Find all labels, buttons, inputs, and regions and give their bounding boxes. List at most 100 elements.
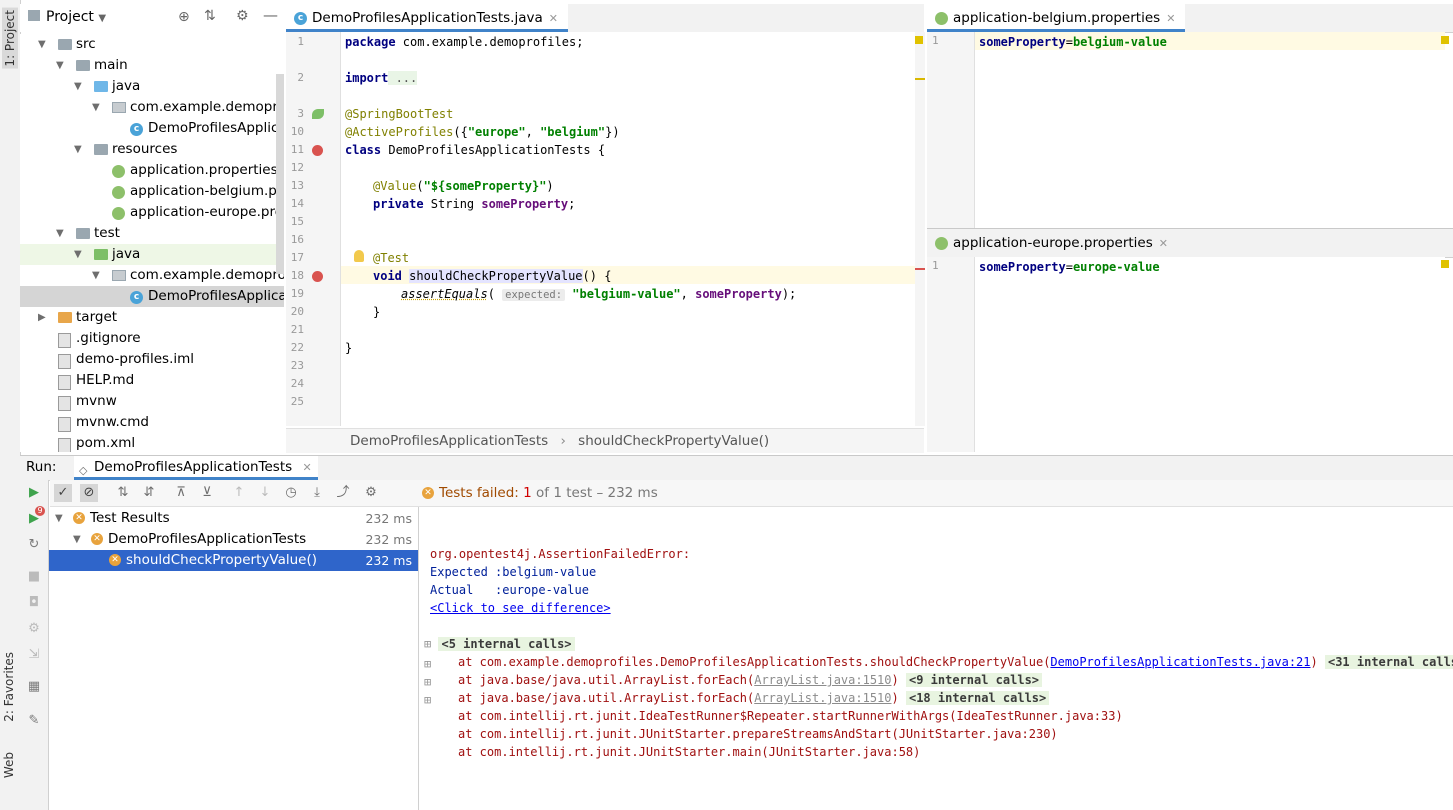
test-console-output[interactable]: org.opentest4j.AssertionFailedError: Exp… bbox=[420, 507, 1453, 810]
results-method[interactable]: ✕ shouldCheckPropertyValue() 232 ms bbox=[49, 550, 418, 571]
run-test-method-icon[interactable] bbox=[312, 271, 323, 282]
run-test-class-icon[interactable] bbox=[312, 145, 323, 156]
tree-item[interactable]: ▼ resources bbox=[20, 139, 284, 160]
toggle-auto-test-icon[interactable]: ↻ bbox=[25, 536, 43, 554]
breadcrumb-method[interactable]: shouldCheckPropertyValue() bbox=[578, 433, 769, 449]
settings-icon[interactable]: ⚙ bbox=[25, 620, 43, 638]
favorites-tool-tab[interactable]: 2: Favorites bbox=[2, 652, 16, 722]
tree-item[interactable]: c DemoProfilesApplicat bbox=[20, 286, 284, 307]
tree-item[interactable]: mvnw.cmd bbox=[20, 412, 284, 433]
expand-all-icon[interactable]: ⊼ bbox=[172, 484, 190, 502]
belgium-properties-editor[interactable]: someProperty=belgium-value bbox=[975, 32, 1445, 228]
gear-icon[interactable]: ⚙ bbox=[362, 484, 380, 502]
minimize-icon[interactable]: — bbox=[263, 6, 278, 24]
collapse-all-icon[interactable]: ⊻ bbox=[198, 484, 216, 502]
tree-item[interactable]: mvnw bbox=[20, 391, 284, 412]
tree-item[interactable]: application-europe.prop bbox=[20, 202, 284, 223]
show-passed-icon[interactable]: ✓ bbox=[54, 484, 72, 502]
expand-icon[interactable]: ⊞ bbox=[424, 637, 431, 651]
expand-arrow-icon[interactable]: ▼ bbox=[92, 97, 104, 118]
source-link[interactable]: ArrayList.java:1510 bbox=[754, 691, 891, 705]
expand-arrow-icon[interactable]: ▼ bbox=[74, 244, 86, 265]
tree-item[interactable]: ▶ target bbox=[20, 307, 284, 328]
gear-icon[interactable]: ⚙ bbox=[236, 8, 249, 24]
web-tool-tab[interactable]: Web bbox=[2, 752, 16, 778]
project-view-selector[interactable]: Project ▼ bbox=[46, 9, 106, 25]
project-scrollbar[interactable] bbox=[276, 74, 284, 274]
collapse-arrow-icon[interactable]: ▶ bbox=[38, 307, 50, 328]
tree-item[interactable]: ▼ com.example.demoprofi bbox=[20, 97, 284, 118]
project-tool-tab[interactable]: 1: Project bbox=[2, 8, 18, 69]
import-icon[interactable]: ⇲ bbox=[25, 646, 43, 664]
close-icon[interactable]: ✕ bbox=[1159, 237, 1168, 250]
previous-failed-icon[interactable]: ↑ bbox=[230, 484, 248, 502]
expand-arrow-icon[interactable]: ▼ bbox=[74, 76, 86, 97]
tree-item[interactable]: ▼ test bbox=[20, 223, 284, 244]
europe-properties-editor[interactable]: someProperty=europe-value bbox=[975, 257, 1445, 452]
tree-item[interactable]: application.properties bbox=[20, 160, 284, 181]
expand-arrow-icon[interactable]: ▼ bbox=[92, 265, 104, 286]
export-icon[interactable]: ⤴ bbox=[334, 484, 352, 502]
warning-marker[interactable] bbox=[915, 36, 923, 44]
warning-marker[interactable] bbox=[1441, 36, 1449, 44]
expand-arrow-icon[interactable]: ▼ bbox=[56, 55, 68, 76]
expand-arrow-icon[interactable]: ▼ bbox=[73, 529, 81, 550]
tree-item[interactable]: demo-profiles.iml bbox=[20, 349, 284, 370]
layout-icon[interactable]: ▦ bbox=[25, 678, 43, 696]
tab-demo-profiles-tests[interactable]: c DemoProfilesApplicationTests.java ✕ bbox=[286, 4, 568, 32]
expand-icon[interactable]: ⊞ bbox=[424, 693, 431, 707]
warning-marker[interactable] bbox=[1441, 260, 1449, 268]
tree-item[interactable]: HELP.md bbox=[20, 370, 284, 391]
expand-arrow-icon[interactable]: ▼ bbox=[55, 508, 63, 529]
expand-arrow-icon[interactable]: ▼ bbox=[38, 34, 50, 55]
pin-icon[interactable]: ✎ bbox=[25, 712, 43, 730]
tree-item[interactable]: ▼ java bbox=[20, 244, 284, 265]
source-link[interactable]: ArrayList.java:1510 bbox=[754, 673, 891, 687]
expand-arrow-icon[interactable]: ▼ bbox=[56, 223, 68, 244]
rerun-icon[interactable]: ▶ bbox=[25, 484, 43, 502]
stop-icon[interactable]: ■ bbox=[25, 568, 43, 586]
code-editor[interactable]: package com.example.demoprofiles; import… bbox=[341, 32, 915, 426]
close-icon[interactable]: ✕ bbox=[1166, 12, 1175, 25]
show-ignored-icon[interactable]: ⊘ bbox=[80, 484, 98, 502]
tree-item[interactable]: ▼ java bbox=[20, 76, 284, 97]
internal-calls-fold[interactable]: <31 internal calls> bbox=[1324, 655, 1453, 669]
tab-application-europe[interactable]: application-europe.properties ✕ bbox=[927, 229, 1178, 257]
sort-alphabetically-icon[interactable]: ⇅ bbox=[114, 484, 132, 502]
package-icon bbox=[112, 270, 126, 281]
next-failed-icon[interactable]: ↓ bbox=[256, 484, 274, 502]
error-marker[interactable] bbox=[915, 268, 925, 270]
tree-item[interactable]: c DemoProfilesApplicat bbox=[20, 118, 284, 139]
tab-application-belgium[interactable]: application-belgium.properties ✕ bbox=[927, 4, 1186, 32]
source-link[interactable]: DemoProfilesApplicationTests.java:21 bbox=[1050, 655, 1310, 669]
editor-scrollbar[interactable] bbox=[915, 32, 925, 426]
internal-calls-fold[interactable]: <18 internal calls> bbox=[905, 691, 1050, 705]
internal-calls-fold[interactable]: <9 internal calls> bbox=[905, 673, 1043, 687]
click-to-see-difference-link[interactable]: <Click to see difference> bbox=[430, 599, 611, 617]
expand-arrow-icon[interactable]: ▼ bbox=[74, 139, 86, 160]
sort-by-duration-icon[interactable]: ⇵ bbox=[140, 484, 158, 502]
internal-calls-fold[interactable]: <5 internal calls> bbox=[438, 637, 575, 651]
camera-icon[interactable]: ◘ bbox=[25, 594, 43, 612]
tree-item[interactable]: ▼ src bbox=[20, 34, 284, 55]
history-icon[interactable]: ◷ bbox=[282, 484, 300, 502]
run-config-tab[interactable]: ◇ DemoProfilesApplicationTests ✕ bbox=[74, 456, 318, 480]
expand-icon[interactable]: ⊞ bbox=[424, 675, 431, 689]
tree-item[interactable]: application-belgium.pro bbox=[20, 181, 284, 202]
locate-icon[interactable]: ⊕ bbox=[178, 9, 190, 25]
import-tests-icon[interactable]: ⤓ bbox=[308, 484, 326, 502]
results-class[interactable]: ▼ ✕ DemoProfilesApplicationTests 232 ms bbox=[49, 529, 418, 550]
tree-item[interactable]: pom.xml bbox=[20, 433, 284, 452]
tree-item[interactable]: .gitignore bbox=[20, 328, 284, 349]
tree-item[interactable]: ▼ main bbox=[20, 55, 284, 76]
rerun-failed-icon[interactable]: ▶ 9 bbox=[25, 506, 45, 528]
folded-imports[interactable]: ... bbox=[388, 71, 418, 85]
results-root[interactable]: ▼ ✕ Test Results 232 ms bbox=[49, 508, 418, 529]
lightbulb-icon[interactable] bbox=[354, 250, 364, 262]
breadcrumb-class[interactable]: DemoProfilesApplicationTests bbox=[350, 433, 548, 449]
collapse-all-icon[interactable]: ⇅ bbox=[204, 8, 216, 24]
tree-item[interactable]: ▼ com.example.demoprofi bbox=[20, 265, 284, 286]
close-icon[interactable]: ✕ bbox=[549, 12, 558, 25]
close-icon[interactable]: ✕ bbox=[302, 461, 311, 474]
expand-icon[interactable]: ⊞ bbox=[424, 657, 431, 671]
